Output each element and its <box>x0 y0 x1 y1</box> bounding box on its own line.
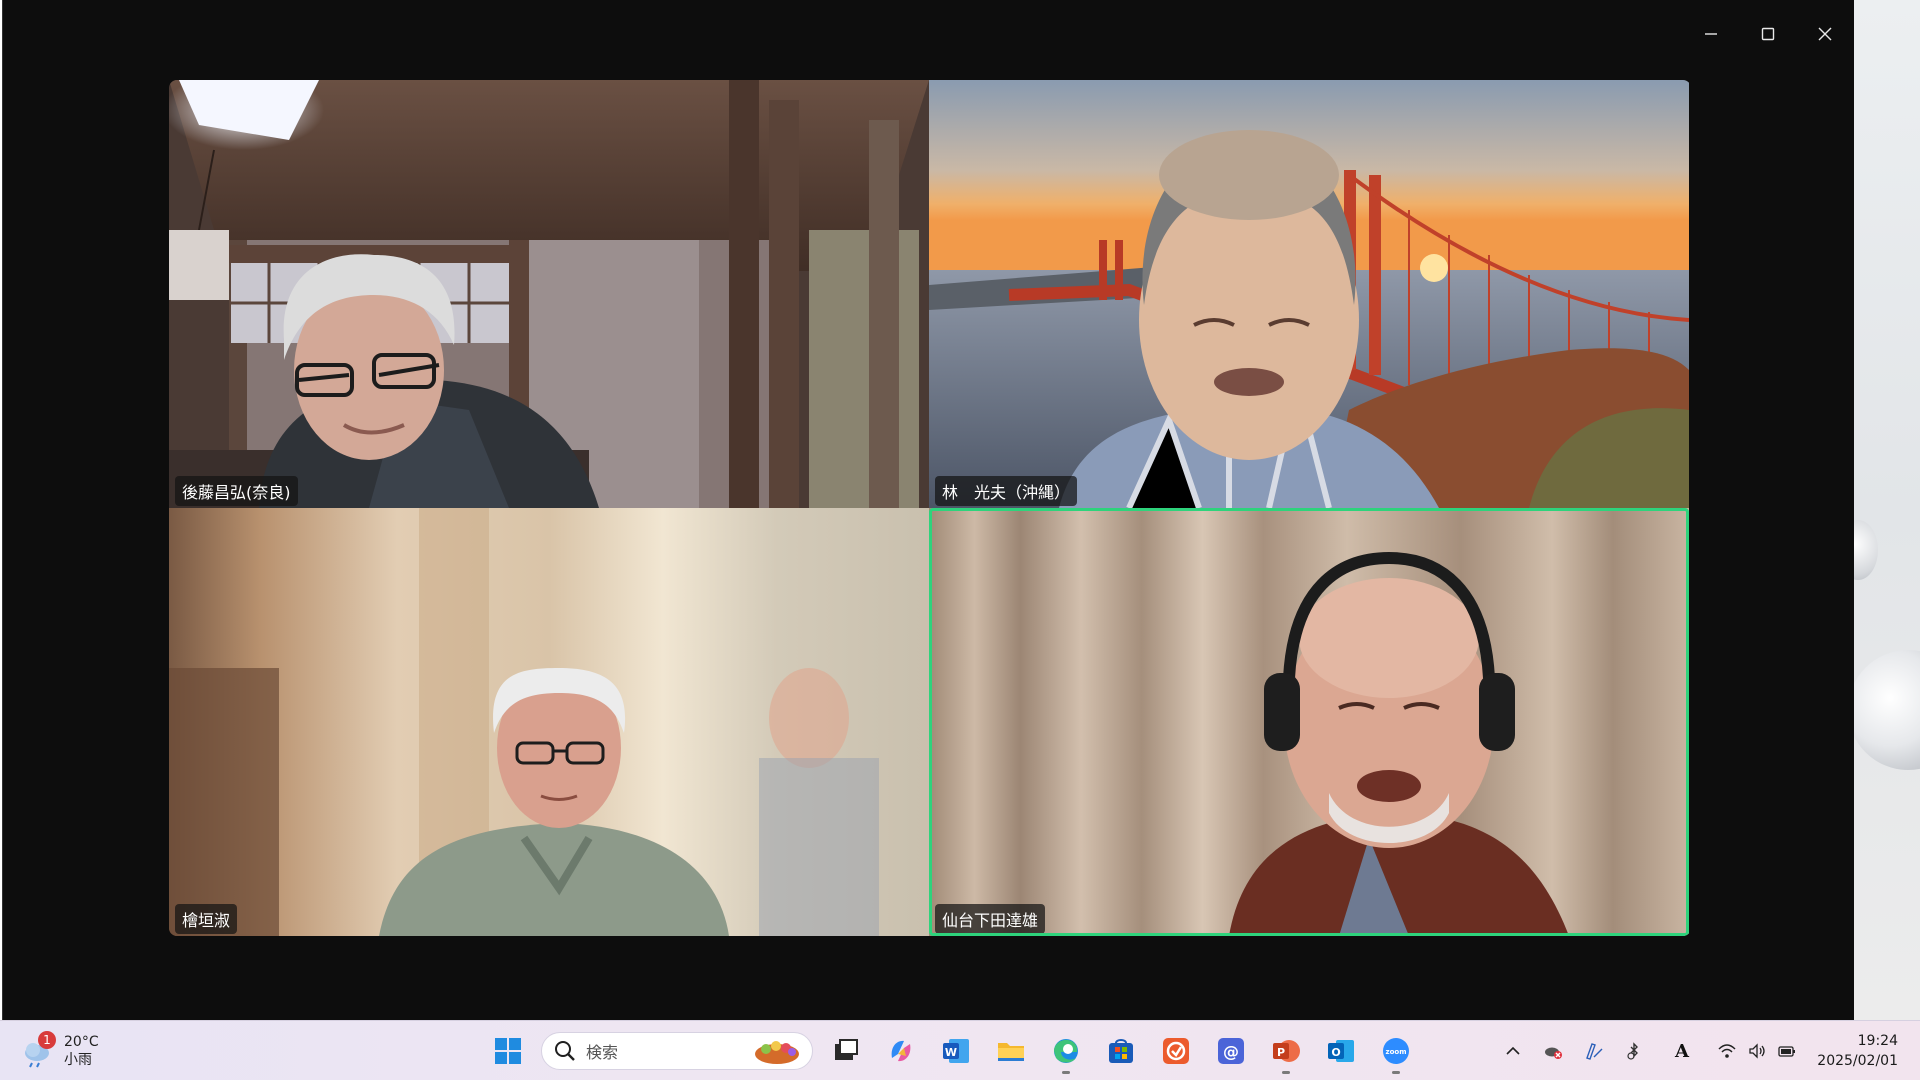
notification-badge: 1 <box>38 1031 56 1049</box>
participant-video-tile-active-speaker[interactable]: 仙台下田達雄 <box>929 508 1689 936</box>
svg-text:P: P <box>1277 1046 1285 1059</box>
clock-time: 19:24 <box>1857 1033 1898 1049</box>
svg-text:W: W <box>945 1046 957 1059</box>
bluetooth-icon <box>1627 1042 1638 1060</box>
weather-widget[interactable]: 1 20°C 小雨 <box>20 1029 99 1073</box>
wifi-icon <box>1718 1044 1736 1058</box>
video-gallery: 後藤昌弘(奈良) 林 光夫（沖縄） 檜垣淑 仙台下田達雄 <box>169 80 1691 936</box>
battery-icon <box>1778 1046 1795 1057</box>
battery-button[interactable] <box>1771 1031 1803 1071</box>
participant-name: 檜垣淑 <box>175 904 238 934</box>
file-explorer-button[interactable] <box>991 1031 1031 1071</box>
start-icon <box>495 1038 521 1064</box>
volume-button[interactable] <box>1741 1031 1773 1071</box>
pen-menu-button[interactable] <box>1578 1031 1610 1071</box>
zoom-button[interactable]: zoom <box>1376 1031 1416 1074</box>
onedrive-button[interactable] <box>1537 1031 1569 1071</box>
onedrive-icon <box>1545 1047 1562 1059</box>
participant-name: 仙台下田達雄 <box>935 904 1046 934</box>
running-indicator <box>1282 1071 1290 1074</box>
svg-text:O: O <box>1331 1046 1340 1059</box>
zoom-icon: zoom <box>1383 1038 1409 1064</box>
wifi-button[interactable] <box>1711 1031 1743 1071</box>
task-view-button[interactable] <box>826 1031 866 1071</box>
start-button[interactable] <box>488 1031 528 1071</box>
rain-cloud-icon: 1 <box>20 1031 56 1069</box>
chevron-up-icon <box>1506 1046 1520 1055</box>
app-button[interactable] <box>1156 1031 1196 1071</box>
search-icon <box>555 1041 575 1061</box>
participant-video-tile[interactable]: 檜垣淑 <box>169 508 929 936</box>
mail-button[interactable]: @ <box>1211 1031 1251 1071</box>
zoom-meeting-window: 後藤昌弘(奈良) 林 光夫（沖縄） 檜垣淑 仙台下田達雄 <box>2 0 1854 1020</box>
store-button[interactable] <box>1101 1031 1141 1071</box>
store-icon <box>1109 1039 1133 1063</box>
close-icon <box>1818 27 1832 41</box>
minimize-button[interactable] <box>1691 18 1731 50</box>
mail-icon: @ <box>1218 1038 1244 1064</box>
show-hidden-icons-button[interactable] <box>1497 1031 1529 1071</box>
desktop-background <box>1852 0 1920 1020</box>
file-explorer-icon <box>998 1043 1024 1061</box>
svg-text:@: @ <box>1223 1042 1239 1061</box>
app-icon <box>1163 1038 1189 1064</box>
participant-video <box>929 508 1689 936</box>
participant-video <box>169 508 929 936</box>
pen-icon <box>1586 1043 1603 1060</box>
powerpoint-icon: P <box>1273 1040 1300 1062</box>
bluetooth-button[interactable] <box>1618 1031 1650 1071</box>
taskbar-search[interactable]: 検索 <box>541 1032 813 1070</box>
clock-date: 2025/02/01 <box>1817 1053 1898 1069</box>
copilot-button[interactable] <box>881 1031 921 1071</box>
edge-button[interactable] <box>1046 1031 1086 1074</box>
task-view-icon <box>835 1039 858 1060</box>
taskbar: 1 20°C 小雨 検索 W @ P O zoom A 19:24 2025/0… <box>0 1020 1920 1080</box>
minimize-icon <box>1705 33 1717 35</box>
participant-video <box>929 80 1689 508</box>
volume-icon <box>1749 1043 1765 1059</box>
powerpoint-button[interactable]: P <box>1266 1031 1306 1074</box>
running-indicator <box>1062 1071 1070 1074</box>
close-button[interactable] <box>1805 18 1845 50</box>
participant-video <box>169 80 929 508</box>
edge-icon <box>1054 1039 1078 1063</box>
word-button[interactable]: W <box>936 1031 976 1071</box>
participant-name: 後藤昌弘(奈良) <box>175 476 298 506</box>
running-indicator <box>1392 1071 1400 1074</box>
weather-condition: 小雨 <box>64 1052 92 1068</box>
participant-video-tile[interactable]: 後藤昌弘(奈良) <box>169 80 929 508</box>
outlook-icon: O <box>1328 1040 1354 1062</box>
maximize-button[interactable] <box>1748 18 1788 50</box>
participant-video-tile[interactable]: 林 光夫（沖縄） <box>929 80 1689 508</box>
participant-name: 林 光夫（沖縄） <box>935 476 1078 506</box>
word-icon: W <box>943 1039 969 1063</box>
ime-icon: A <box>1675 1040 1689 1062</box>
ime-button[interactable]: A <box>1666 1031 1698 1071</box>
search-placeholder: 検索 <box>586 1043 619 1062</box>
svg-text:zoom: zoom <box>1386 1048 1407 1056</box>
copilot-icon <box>891 1040 911 1062</box>
weather-temperature: 20°C <box>64 1034 99 1050</box>
system-clock[interactable]: 19:24 2025/02/01 <box>1817 1031 1898 1071</box>
maximize-icon <box>1761 27 1775 41</box>
outlook-button[interactable]: O <box>1321 1031 1361 1071</box>
search-highlight-icon <box>755 1041 799 1064</box>
